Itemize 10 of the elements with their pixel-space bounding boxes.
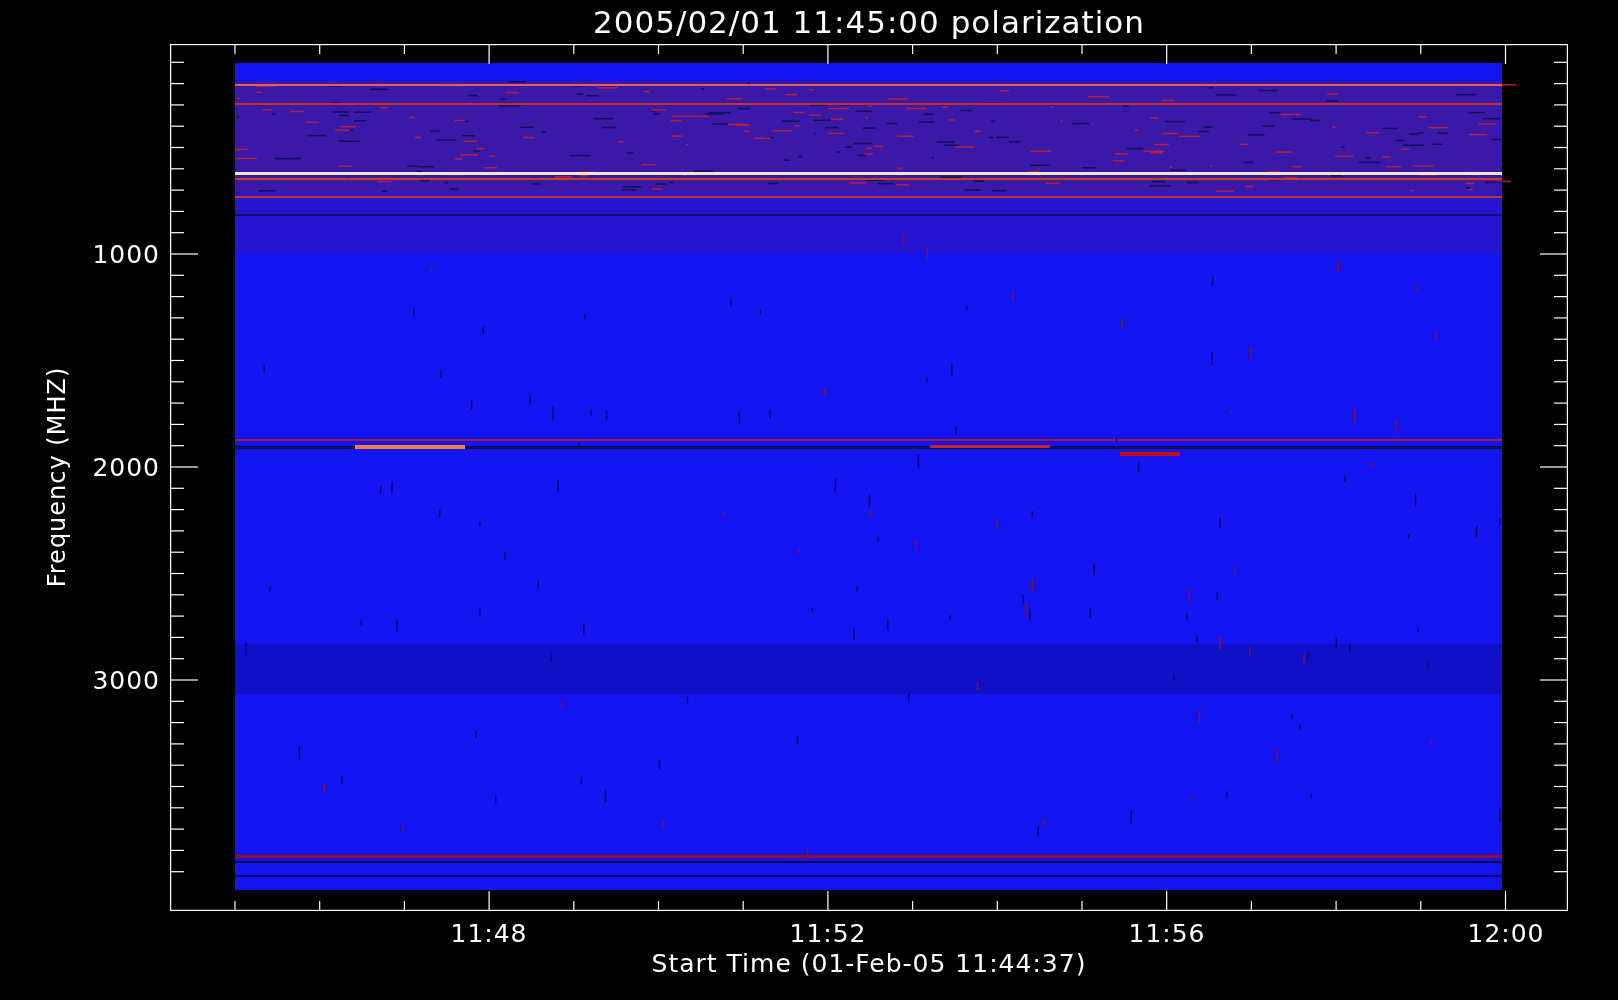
y-tick-label: 2000: [92, 452, 160, 482]
chart-title: 2005/02/01 11:45:00 polarization: [593, 4, 1145, 40]
y-tick-label: 1000: [92, 239, 160, 269]
x-tick-label: 11:52: [789, 919, 867, 948]
y-tick-label: 3000: [92, 665, 160, 695]
x-tick-label: 11:56: [1128, 919, 1206, 948]
y-axis-label: Frequency (MHZ): [43, 366, 71, 588]
x-tick-label: 11:48: [450, 919, 528, 948]
x-axis-label: Start Time (01-Feb-05 11:44:37): [651, 949, 1087, 978]
x-tick-label: 12:00: [1467, 919, 1545, 948]
